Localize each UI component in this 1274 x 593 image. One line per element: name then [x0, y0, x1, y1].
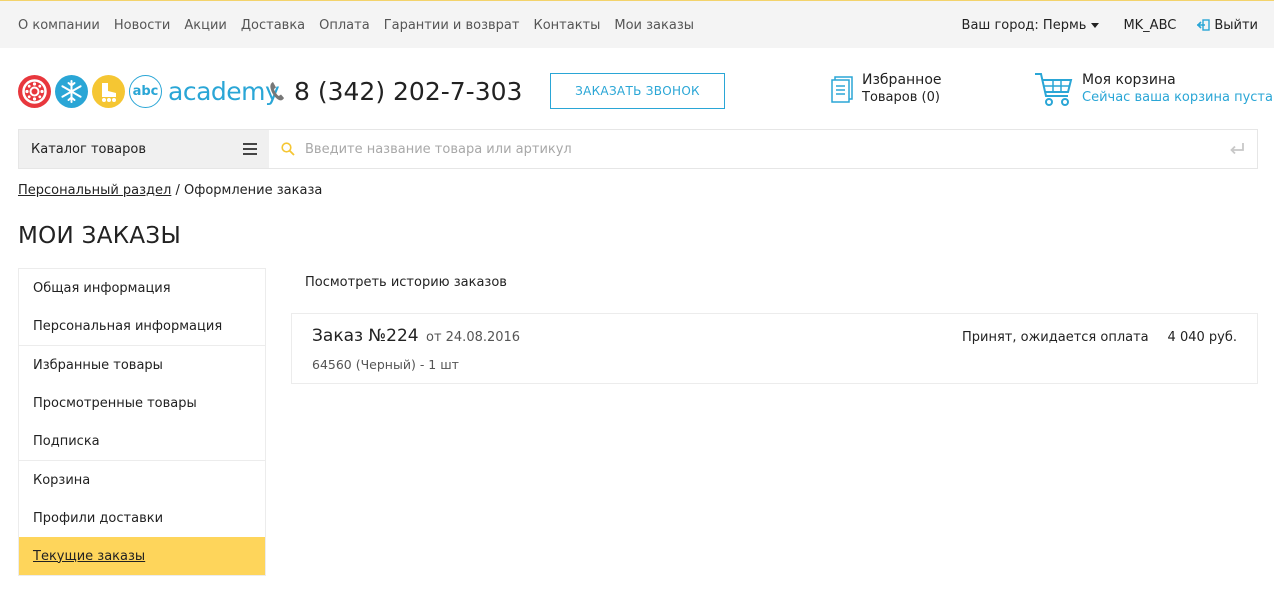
sidebar-group-products: Избранные товары Просмотренные товары По… [19, 346, 265, 461]
nav-link-my-orders[interactable]: Мои заказы [614, 18, 694, 33]
sidebar-item-general-info[interactable]: Общая информация [19, 269, 265, 307]
breadcrumb-separator: / [171, 183, 184, 198]
order-number[interactable]: Заказ №224 [312, 326, 419, 346]
sidebar-item-delivery-profiles[interactable]: Профили доставки [19, 499, 265, 537]
cart-status[interactable]: Сейчас ваша корзина пуста [1082, 89, 1273, 107]
sidebar-item-cart[interactable]: Корзина [19, 461, 265, 499]
nav-link-warranty[interactable]: Гарантии и возврат [384, 18, 520, 33]
order-date: от 24.08.2016 [425, 330, 521, 345]
city-label: Ваш город: Пермь [961, 17, 1087, 33]
breadcrumb-link-personal[interactable]: Персональный раздел [18, 183, 171, 198]
cart-title: Моя корзина [1082, 72, 1176, 88]
favorites-title: Избранное [862, 72, 942, 88]
wheel-logo-icon [18, 74, 51, 108]
snowflake-logo-icon [55, 74, 88, 108]
search-input[interactable] [305, 141, 1205, 157]
search-icon [281, 142, 295, 156]
breadcrumb: Персональный раздел / Оформление заказа [18, 183, 322, 198]
sidebar-group-profile: Общая информация Персональная информация [19, 269, 265, 346]
sidebar-group-orders: Корзина Профили доставки Текущие заказы [19, 461, 265, 575]
cart-text: Моя корзина Сейчас ваша корзина пуста [1082, 71, 1273, 107]
logout-label: Выйти [1214, 17, 1258, 33]
order-sum: 4 040 руб. [1167, 330, 1237, 345]
favorites-text: Избранное Товаров (0) [862, 72, 942, 106]
nav-link-about[interactable]: О компании [18, 18, 100, 33]
nav-link-news[interactable]: Новости [114, 18, 171, 33]
top-bar-right: Ваш город: Пермь MK_ABC Выйти [962, 1, 1258, 49]
username-link[interactable]: MK_ABC [1123, 18, 1176, 33]
site-logo[interactable]: abc academy [18, 72, 280, 110]
shopping-cart-icon [1035, 73, 1073, 106]
nav-link-contacts[interactable]: Контакты [533, 18, 600, 33]
order-items: 64560 (Черный) - 1 шт [312, 357, 459, 372]
search-bar: Каталог товаров [18, 129, 1258, 169]
nav-link-delivery[interactable]: Доставка [241, 18, 305, 33]
top-nav: О компании Новости Акции Доставка Оплата… [18, 1, 708, 49]
logout-icon [1197, 19, 1211, 31]
rollerskate-logo-icon [92, 74, 125, 108]
favorites-count: Товаров (0) [862, 90, 940, 105]
nav-link-promotions[interactable]: Акции [184, 18, 227, 33]
account-sidebar: Общая информация Персональная информация… [18, 268, 266, 576]
sidebar-item-personal-info[interactable]: Персональная информация [19, 307, 265, 345]
brand-name: academy [168, 76, 280, 106]
order-card[interactable]: Заказ №224 от 24.08.2016 64560 (Черный) … [291, 313, 1258, 384]
breadcrumb-current: Оформление заказа [184, 183, 323, 198]
sidebar-item-subscription[interactable]: Подписка [19, 422, 265, 460]
catalog-menu-button[interactable]: Каталог товаров [19, 130, 269, 168]
search-area [269, 130, 1257, 168]
order-history-link[interactable]: Посмотреть историю заказов [305, 275, 507, 290]
request-call-button[interactable]: ЗАКАЗАТЬ ЗВОНОК [550, 73, 725, 109]
favorites-block[interactable]: Избранное Товаров (0) [830, 72, 942, 106]
city-selector[interactable]: Ваш город: Пермь [962, 18, 1100, 33]
sidebar-item-favorites[interactable]: Избранные товары [19, 346, 265, 384]
top-bar: О компании Новости Акции Доставка Оплата… [0, 0, 1274, 48]
page-title: МОИ ЗАКАЗЫ [18, 223, 182, 249]
hamburger-menu-icon [243, 143, 257, 155]
cart-block[interactable]: Моя корзина Сейчас ваша корзина пуста [1034, 70, 1273, 108]
abc-logo-text: abc [132, 83, 159, 99]
order-title-line: Заказ №224 от 24.08.2016 [312, 326, 520, 346]
abc-logo-icon: abc [129, 74, 162, 108]
favorites-list-icon [831, 76, 853, 103]
phone-icon [270, 82, 284, 101]
enter-icon[interactable] [1229, 142, 1245, 156]
sidebar-item-current-orders[interactable]: Текущие заказы [19, 537, 265, 575]
catalog-label: Каталог товаров [31, 141, 146, 157]
order-status: Принят, ожидается оплата [962, 330, 1149, 345]
phone-block: 8 (342) 202-7-303 [268, 72, 522, 110]
caret-down-icon [1091, 22, 1100, 28]
nav-link-payment[interactable]: Оплата [319, 18, 370, 33]
sidebar-item-viewed[interactable]: Просмотренные товары [19, 384, 265, 422]
logout-link[interactable]: Выйти [1196, 18, 1258, 33]
phone-number[interactable]: 8 (342) 202-7-303 [294, 77, 522, 106]
